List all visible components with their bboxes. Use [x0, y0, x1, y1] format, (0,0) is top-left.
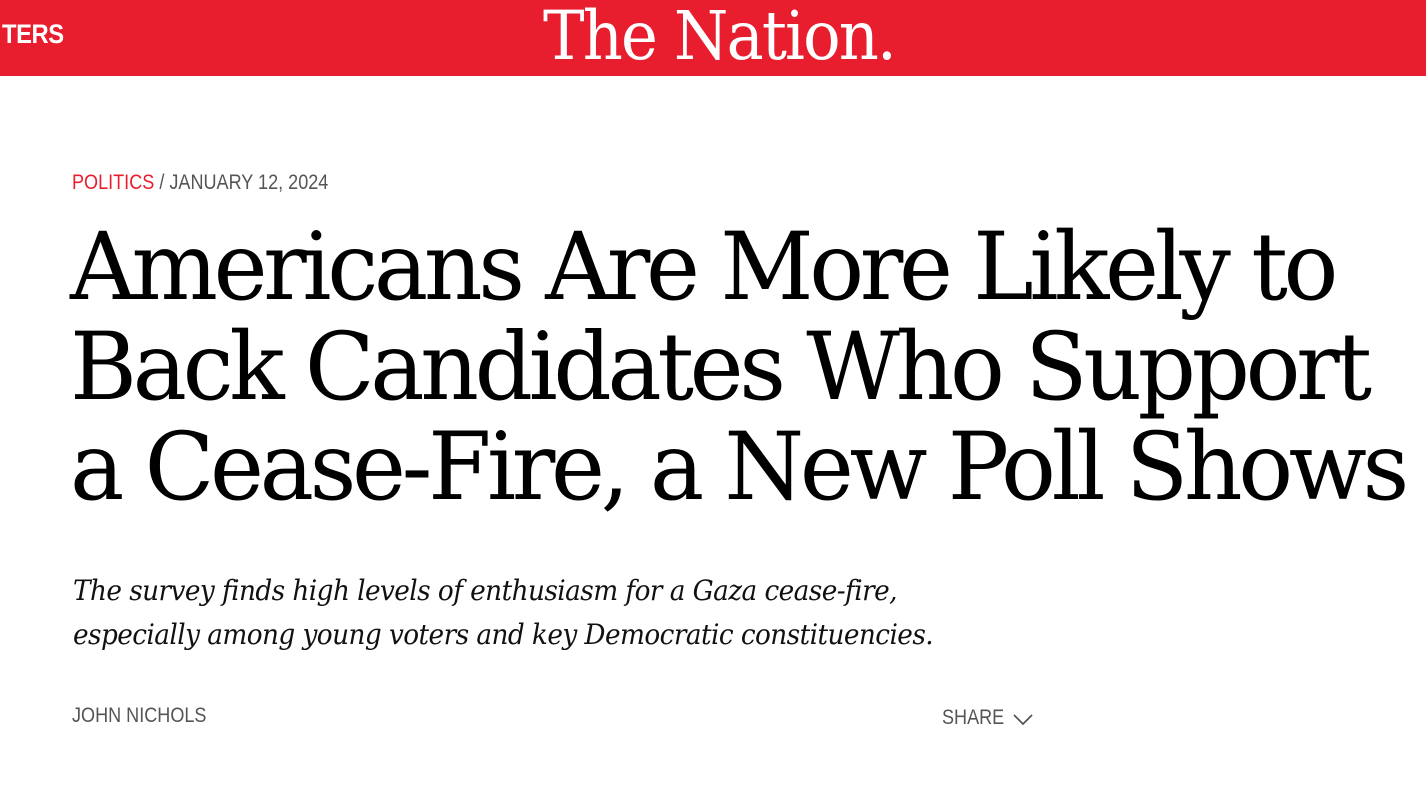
article-headline: Americans Are More Likely to Back Candid…: [70, 213, 1409, 522]
headline-line: a Cease-Fire, a New Poll Shows: [70, 413, 1409, 522]
meta-separator: /: [159, 171, 165, 194]
site-logo[interactable]: The Nation.: [543, 0, 897, 76]
headline-line: Back Candidates Who Support: [70, 313, 1372, 422]
article-meta: POLITICS / JANUARY 12, 2024: [72, 169, 328, 197]
header-nav-item[interactable]: TERS: [2, 17, 64, 51]
dek-line: especially among young voters and key De…: [73, 618, 934, 651]
share-button[interactable]: SHARE: [942, 702, 1033, 734]
category-link[interactable]: POLITICS: [72, 171, 154, 194]
dek-line: The survey finds high levels of enthusia…: [73, 574, 897, 607]
headline-line: Americans Are More Likely to: [70, 213, 1338, 322]
chevron-down-icon: [1013, 706, 1033, 734]
site-header: TERS The Nation.: [0, 0, 1426, 76]
publish-date: JANUARY 12, 2024: [169, 171, 329, 194]
article-dek: The survey finds high levels of enthusia…: [73, 569, 938, 657]
share-label: SHARE: [942, 706, 1005, 729]
author-byline[interactable]: JOHN NICHOLS: [72, 702, 206, 730]
